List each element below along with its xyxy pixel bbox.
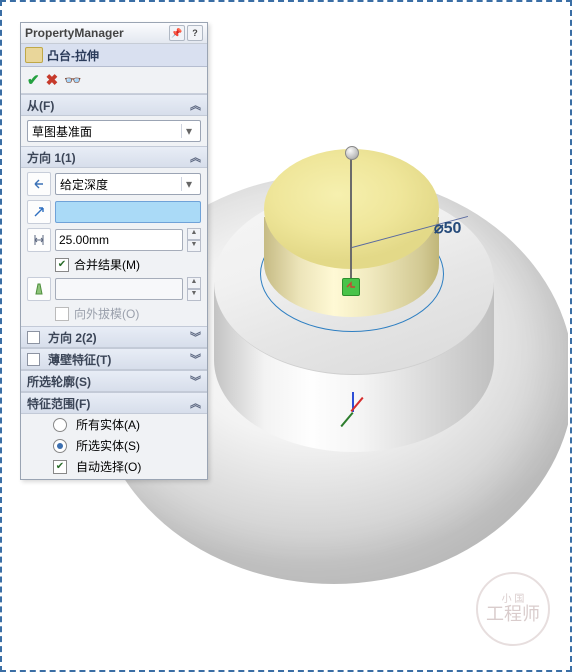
section-dir2-label: 方向 2(2) [48, 329, 97, 346]
scope-all-bodies-label: 所有实体(A) [76, 416, 140, 433]
direction-vector-button[interactable] [27, 200, 51, 224]
collapse-icon: ︽ [190, 149, 201, 165]
scope-all-bodies-radio[interactable] [53, 418, 67, 432]
feature-title: 凸台-拉伸 [47, 47, 99, 64]
depth-icon [27, 228, 51, 252]
extrude-direction-handle[interactable] [350, 152, 352, 288]
detailed-preview-button[interactable]: 👓 [64, 72, 81, 89]
feature-title-row: 凸台-拉伸 [21, 44, 207, 67]
merge-result-checkbox[interactable] [55, 258, 69, 272]
depth-spinner[interactable]: ▲▼ [187, 228, 201, 252]
section-from-header[interactable]: 从(F) ︽ [21, 94, 207, 116]
extrude-direction-knob[interactable] [345, 146, 359, 160]
dimension-label[interactable]: ⌀50 [434, 218, 461, 238]
property-manager-titlebar: PropertyManager 📌 ? [21, 23, 207, 44]
reverse-direction-button[interactable] [27, 172, 51, 196]
property-manager-title: PropertyManager [25, 26, 124, 40]
collapse-icon: ︽ [190, 395, 201, 411]
watermark: 小 国 工程师 [476, 572, 550, 646]
expand-icon: ︾ [190, 351, 201, 367]
section-dir1-body: 给定深度 ▾ 25.00mm ▲▼ [21, 168, 207, 326]
scope-selected-bodies-radio[interactable] [53, 439, 67, 453]
section-scope-header[interactable]: 特征范围(F) ︽ [21, 392, 207, 414]
property-manager-panel: PropertyManager 📌 ? 凸台-拉伸 ✔ ✖ 👓 从(F) ︽ 草… [20, 22, 208, 480]
dir2-enable-checkbox[interactable] [27, 331, 40, 344]
thin-enable-checkbox[interactable] [27, 353, 40, 366]
depth-input[interactable]: 25.00mm [55, 229, 183, 251]
section-from-label: 从(F) [27, 97, 54, 114]
section-thin-label: 薄壁特征(T) [48, 351, 111, 368]
help-button[interactable]: ? [187, 25, 203, 41]
section-thin-header[interactable]: 薄壁特征(T) ︾ [21, 348, 207, 370]
section-contours-label: 所选轮廓(S) [27, 373, 91, 390]
pin-button[interactable]: 📌 [169, 25, 185, 41]
command-row: ✔ ✖ 👓 [21, 67, 207, 94]
direction-reference-field[interactable] [55, 201, 201, 223]
scope-selected-bodies-label: 所选实体(S) [76, 437, 140, 454]
section-scope-body: 所有实体(A) 所选实体(S) 自动选择(O) [21, 414, 207, 479]
scope-auto-select-checkbox[interactable] [53, 460, 67, 474]
section-dir2-header[interactable]: 方向 2(2) ︾ [21, 326, 207, 348]
section-contours-header[interactable]: 所选轮廓(S) ︾ [21, 370, 207, 392]
draft-angle-input[interactable] [55, 278, 183, 300]
draft-outward-label: 向外拔模(O) [74, 305, 139, 322]
chevron-down-icon: ▾ [181, 177, 196, 191]
scope-auto-select-label: 自动选择(O) [76, 458, 141, 475]
expand-icon: ︾ [190, 329, 201, 345]
expand-icon: ︾ [190, 373, 201, 389]
depth-value: 25.00mm [59, 233, 109, 247]
cancel-button[interactable]: ✖ [46, 71, 59, 89]
ok-button[interactable]: ✔ [27, 71, 40, 89]
sketch-origin-icon [342, 278, 360, 296]
boss-extrude-icon [25, 47, 43, 63]
section-scope-label: 特征范围(F) [27, 395, 90, 412]
draft-on-off-button[interactable] [27, 277, 51, 301]
merge-result-label: 合并结果(M) [74, 256, 140, 273]
section-dir1-label: 方向 1(1) [27, 149, 76, 166]
section-from-body: 草图基准面 ▾ [21, 116, 207, 146]
from-condition-dropdown[interactable]: 草图基准面 ▾ [27, 120, 201, 142]
draft-spinner[interactable]: ▲▼ [187, 277, 201, 301]
chevron-down-icon: ▾ [181, 124, 196, 138]
end-condition-value: 给定深度 [60, 176, 108, 193]
from-condition-value: 草图基准面 [32, 123, 92, 140]
end-condition-dropdown[interactable]: 给定深度 ▾ [55, 173, 201, 195]
draft-outward-checkbox [55, 307, 69, 321]
collapse-icon: ︽ [190, 97, 201, 113]
watermark-line2: 工程师 [486, 605, 540, 623]
section-dir1-header[interactable]: 方向 1(1) ︽ [21, 146, 207, 168]
view-triad[interactable] [334, 394, 374, 434]
